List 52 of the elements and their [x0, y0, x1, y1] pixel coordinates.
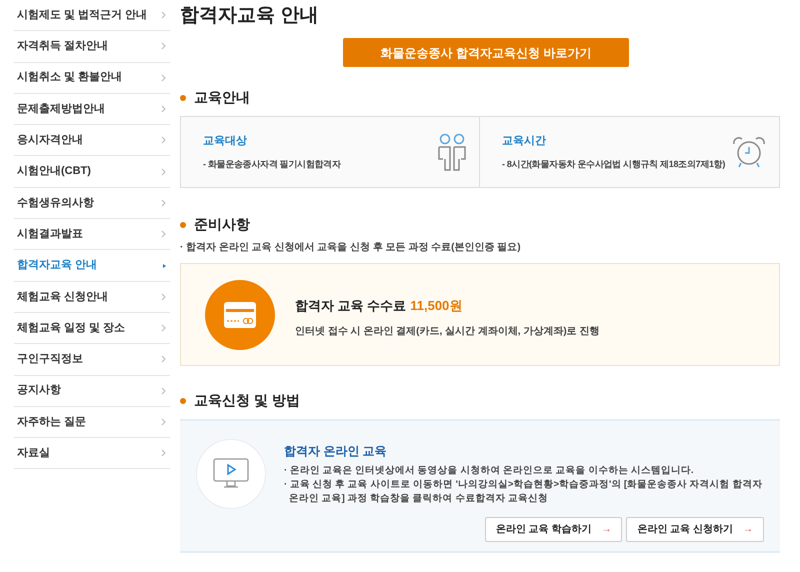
sidebar-item[interactable]: 자격취득 절차안내 — [14, 31, 170, 63]
chevron-right-icon — [161, 42, 166, 50]
payment-text: 인터넷 접수 시 온라인 결제(카드, 실시간 계좌이체, 가상계좌)로 진행 — [295, 324, 600, 339]
online-course-button[interactable]: 온라인 교육 학습하기 → — [484, 517, 622, 542]
description-text: · 교육 신청 후 교육 사이트로 이동하면 '나의강의실>학습현황>학습중과정'의 [화물운송종사 자격시험 합격자 온라인 교육] 과정 학습창을 클릭하여 수료합격자 교육신청 — [284, 478, 764, 506]
bullet-icon — [180, 94, 186, 100]
section-heading: 준비사항 — [194, 215, 250, 234]
online-course-title: 합격자 온라인 교육 — [284, 443, 388, 460]
fee-amount: 11,500원 — [410, 297, 462, 316]
sidebar-item[interactable]: 자주하는 질문 — [14, 406, 170, 438]
sidebar-item[interactable]: 시험취소 및 환불안내 — [14, 62, 170, 94]
chevron-right-icon — [161, 105, 166, 114]
sidebar-item[interactable]: 자료실 — [14, 438, 170, 470]
sidebar-item[interactable]: 공지사항 — [14, 376, 170, 407]
sidebar-item[interactable]: 시험결과발표 — [14, 219, 170, 250]
sidebar-item[interactable]: 문제출제방법안내 — [14, 94, 170, 126]
people-icon — [437, 133, 467, 171]
chevron-right-icon — [161, 386, 166, 395]
sidebar-item[interactable]: 합격자교육 안내 — [14, 250, 170, 282]
description-text: · 온라인 교육은 인터넷상에서 동영상을 시청하여 온라인으로 교육을 이수하는 시스템입니다. — [284, 464, 695, 478]
alarm-clock-icon — [731, 136, 767, 168]
page-title: 합격자교육 안내 — [180, 4, 320, 28]
bullet-icon — [180, 222, 186, 228]
chevron-right-icon — [161, 324, 166, 332]
preparation-note: · 합격자 온라인 교육 신청에서 교육을 신청 후 모든 과정 수료(본인인증 필요) — [180, 241, 522, 255]
online-course-button[interactable]: 온라인 교육 신청하기 → — [626, 517, 764, 542]
arrow-bullet-icon — [163, 264, 166, 268]
card-title: 교육대상 — [203, 134, 248, 149]
sidebar-item[interactable]: 수험생유의사항 — [14, 188, 170, 220]
card-title: 교육시간 — [502, 134, 547, 149]
chevron-right-icon — [161, 449, 166, 458]
chevron-right-icon — [161, 198, 166, 207]
chevron-right-icon — [161, 292, 166, 301]
chevron-right-icon — [161, 355, 166, 364]
sidebar-item[interactable]: 시험제도 및 법적근거 안내 — [14, 0, 170, 32]
sidebar-item[interactable]: 응시자격안내 — [14, 125, 170, 156]
fee-label: 합격자 교육 수수료 — [295, 297, 406, 316]
sidebar-item[interactable]: 체험교육 일정 및 장소 — [14, 312, 170, 344]
chevron-right-icon — [161, 11, 166, 20]
sidebar-item[interactable]: 체험교육 신청안내 — [14, 282, 170, 313]
chevron-right-icon — [161, 418, 166, 426]
card-text: - 8시간(화물자동차 운수사업법 시행규칙 제18조의7제1항) — [502, 158, 726, 171]
section-heading: 교육신청 및 방법 — [194, 391, 300, 410]
bullet-icon — [180, 398, 186, 404]
section-heading: 교육안내 — [194, 88, 250, 107]
sidebar-item[interactable]: 시험안내(CBT) — [14, 156, 170, 188]
chevron-right-icon — [161, 230, 166, 238]
chevron-right-icon — [161, 74, 166, 82]
sidebar-item[interactable]: 구인구직정보 — [14, 344, 170, 376]
chevron-right-icon — [161, 136, 166, 144]
card-text: - 화물운송종사자격 필기시험합격자 — [203, 158, 341, 170]
chevron-right-icon — [161, 168, 166, 176]
